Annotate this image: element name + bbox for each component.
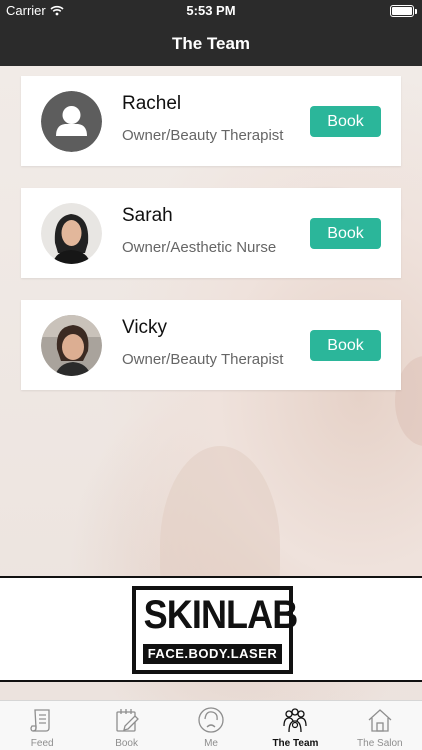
tab-label: Me: [204, 738, 218, 749]
member-name: Vicky: [122, 317, 168, 338]
avatar-photo: [41, 203, 102, 264]
tab-bar: Feed Book Me The Team The Salon: [0, 700, 422, 750]
team-icon: [283, 708, 308, 733]
tab-label: Feed: [30, 738, 54, 749]
team-card-rachel: Rachel Owner/Beauty Therapist Book: [21, 76, 401, 166]
member-role: Owner/Beauty Therapist: [122, 127, 284, 144]
feed-icon: [30, 709, 50, 732]
team-card-sarah: Sarah Owner/Aesthetic Nurse Book: [21, 188, 401, 278]
member-role: Owner/Beauty Therapist: [122, 351, 284, 368]
tab-me[interactable]: Me: [169, 701, 253, 750]
tab-label: The Team: [272, 738, 319, 749]
salon-icon: [368, 709, 392, 732]
tab-feed[interactable]: Feed: [0, 701, 84, 750]
member-role: Owner/Aesthetic Nurse: [122, 239, 277, 256]
avatar-placeholder-icon: [41, 91, 102, 152]
avatar-photo: [41, 315, 102, 376]
tab-label: The Salon: [357, 738, 403, 749]
battery-icon: [390, 5, 417, 17]
nav-bar: The Team: [0, 22, 422, 66]
member-name: Sarah: [122, 205, 173, 226]
team-card-vicky: Vicky Owner/Beauty Therapist Book: [21, 300, 401, 390]
logo-banner: SKINLAB FACE.BODY.LASER: [0, 576, 422, 682]
logo-wordmark: SKINLAB: [143, 593, 299, 637]
skinlab-logo: SKINLAB FACE.BODY.LASER: [132, 586, 299, 674]
me-icon: [198, 707, 224, 733]
page-title: The Team: [171, 34, 251, 53]
tab-book[interactable]: Book: [84, 701, 168, 750]
member-name: Rachel: [122, 93, 182, 114]
tab-the-team[interactable]: The Team: [253, 701, 337, 750]
book-icon: [115, 709, 139, 732]
status-time: 5:53 PM: [186, 3, 236, 18]
tab-label: Book: [115, 738, 138, 749]
tab-the-salon[interactable]: The Salon: [338, 701, 422, 750]
book-button[interactable]: Book: [310, 218, 381, 249]
book-button[interactable]: Book: [310, 106, 381, 137]
book-button[interactable]: Book: [310, 330, 381, 361]
status-bar: Carrier 5:53 PM: [0, 0, 422, 22]
logo-tagline: FACE.BODY.LASER: [143, 644, 282, 664]
